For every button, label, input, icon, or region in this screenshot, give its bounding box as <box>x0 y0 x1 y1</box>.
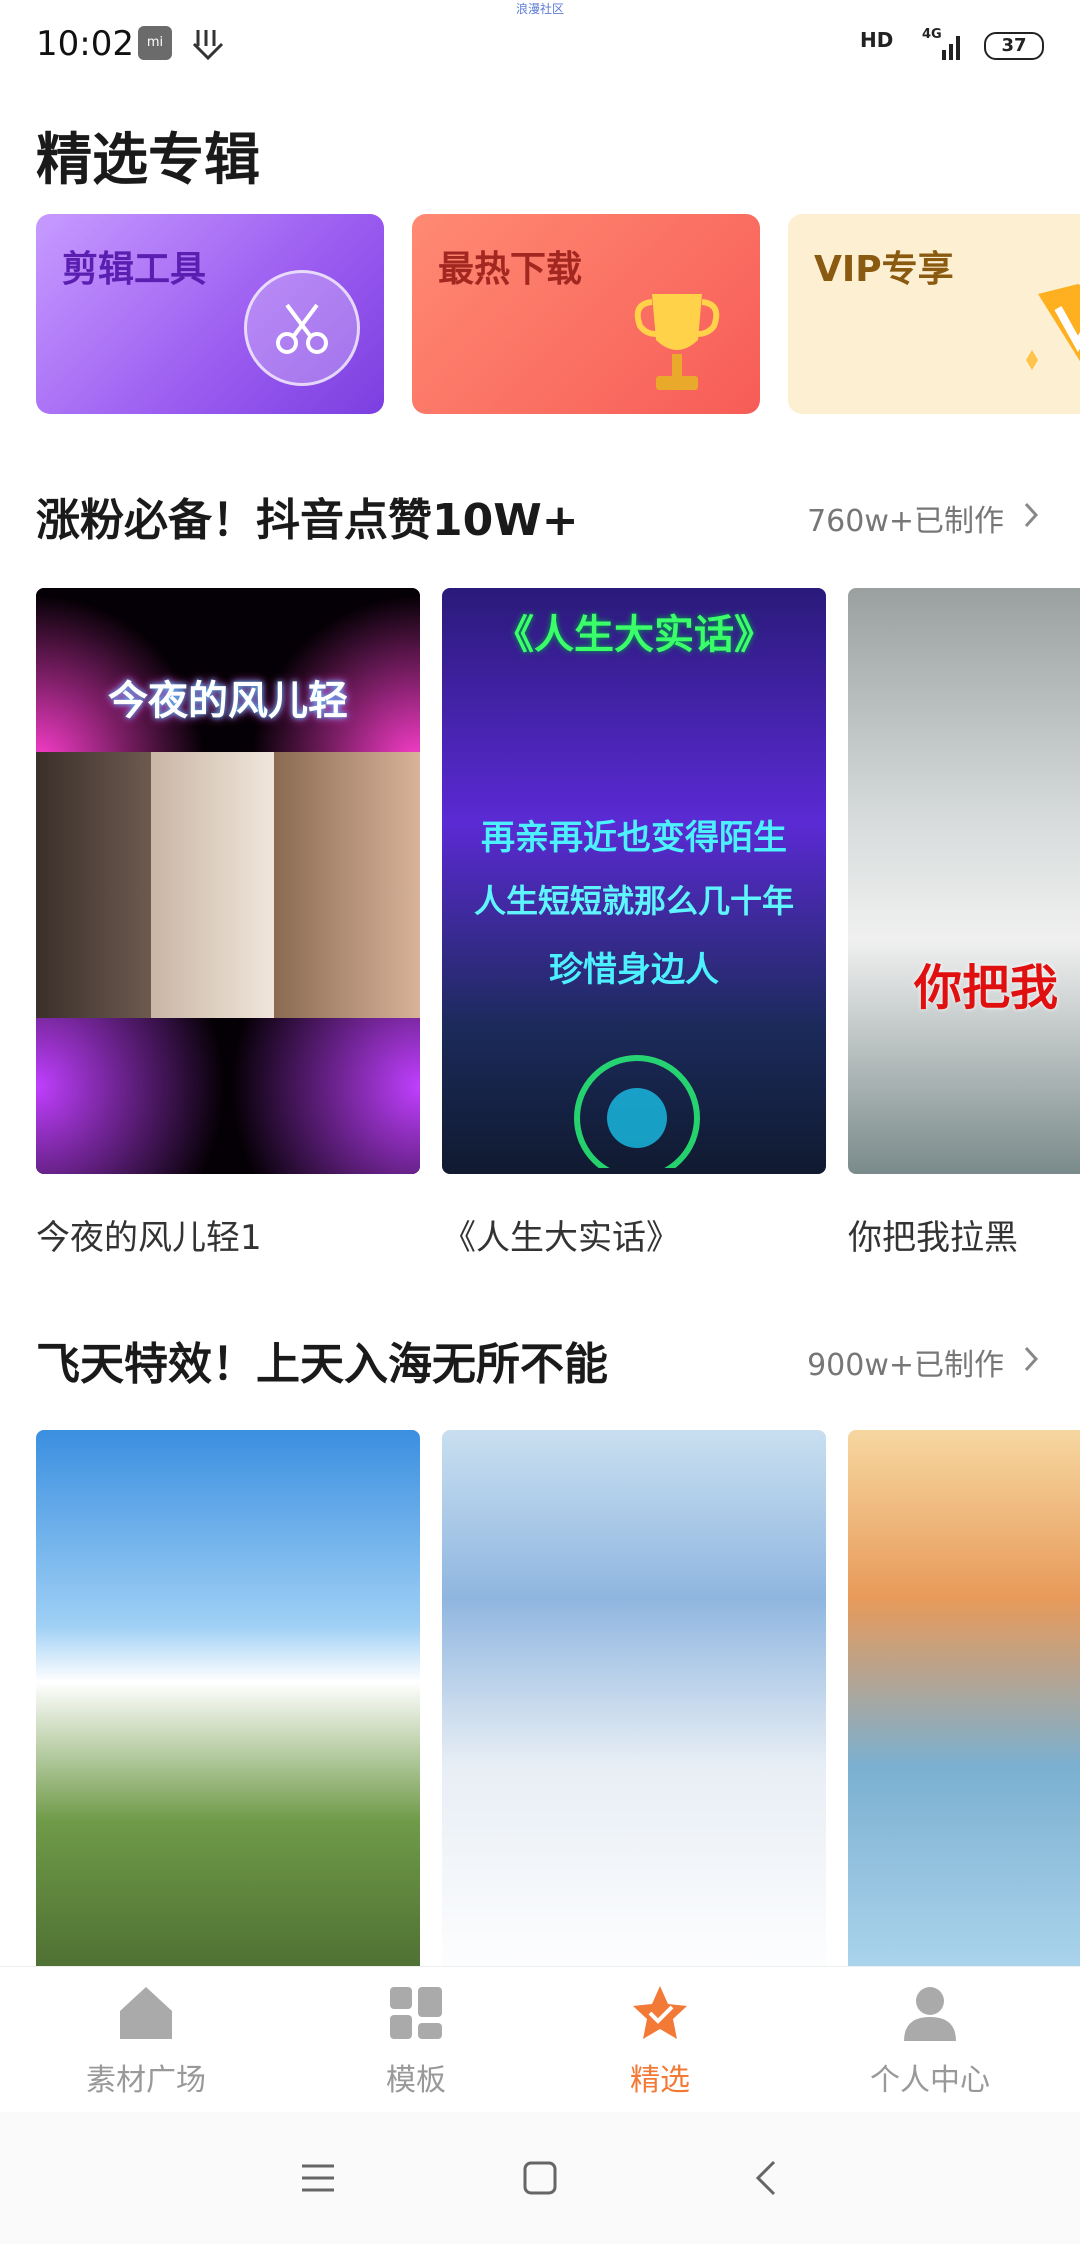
status-time: 10:02 <box>36 24 134 64</box>
thumbnail-line: 再亲再近也变得陌生 <box>481 818 787 858</box>
signal-icon: 4G <box>922 27 960 60</box>
template-thumbnail[interactable] <box>442 1430 826 1966</box>
trophy-icon <box>634 294 720 390</box>
album-label: 最热下载 <box>438 249 583 290</box>
bottom-tab-bar: 素材广场 模板 精选 个人中心 <box>0 1966 1080 2113</box>
section-count-link[interactable]: 760w+已制作 <box>807 496 1004 540</box>
status-banner: 浪漫社区 <box>515 2 564 16</box>
section-title: 飞天特效！上天入海无所不能 <box>36 1339 608 1390</box>
section-title: 涨粉必备！抖音点赞10W+ <box>36 495 579 546</box>
section-header-trending: 涨粉必备！抖音点赞10W+ 760w+已制作 <box>36 484 1044 554</box>
template-thumbnail[interactable] <box>848 1430 1080 1966</box>
tab-profile[interactable]: 个人中心 <box>830 1983 1030 2103</box>
download-icon <box>192 30 224 61</box>
thumbnail-line: 人生短短就那么几十年 <box>473 882 794 920</box>
page-title: 精选专辑 <box>36 128 260 193</box>
album-label: 剪辑工具 <box>62 249 207 290</box>
mi-app-icon: mi <box>138 26 172 60</box>
menu-icon[interactable] <box>296 2156 340 2200</box>
scissors-icon <box>244 270 360 386</box>
section-header-flying: 飞天特效！上天入海无所不能 900w+已制作 <box>36 1328 1044 1398</box>
album-carousel[interactable]: 剪辑工具 最热下载 VIP专享 <box>36 214 1080 416</box>
person-icon <box>904 1987 956 2041</box>
template-thumbnail[interactable]: 今夜的风儿轻 <box>36 588 420 1174</box>
home-button-icon[interactable] <box>518 2156 562 2200</box>
album-label: VIP专享 <box>814 249 954 290</box>
template-thumbnail[interactable]: 《人生大实话》 再亲再近也变得陌生 人生短短就那么几十年 珍惜身边人 <box>442 588 826 1174</box>
thumbnail-overlay-text: 今夜的风儿轻 <box>108 678 348 724</box>
thumbnail-overlay-text: 《人生大实话》 <box>494 612 774 658</box>
album-card-vip[interactable]: VIP专享 <box>788 214 1080 414</box>
thumbnail-overlay-text: 你把我 <box>914 960 1059 1016</box>
star-icon <box>633 1986 687 2039</box>
vip-diamond-icon <box>1026 284 1080 370</box>
template-title[interactable]: 今夜的风儿轻1 <box>36 1210 262 1259</box>
system-navigation-bar <box>0 2112 1080 2244</box>
template-title[interactable]: 你把我拉黑 <box>848 1210 1018 1259</box>
video-frame-image <box>36 752 420 1018</box>
tab-label: 模板 <box>386 2063 446 2098</box>
hd-icon: HD <box>860 28 894 52</box>
svg-text:4G: 4G <box>922 27 942 42</box>
template-carousel-flying[interactable] <box>36 1430 1080 1966</box>
chevron-right-icon[interactable] <box>1018 498 1044 532</box>
album-card-hot-downloads[interactable]: 最热下载 <box>412 214 760 414</box>
tab-material-plaza[interactable]: 素材广场 <box>46 1983 246 2103</box>
template-carousel-trending[interactable]: 今夜的风儿轻 《人生大实话》 再亲再近也变得陌生 人生短短就那么几十年 珍惜身边… <box>36 588 1080 1174</box>
audio-visualizer-ring <box>574 1055 700 1168</box>
grid-icon <box>390 1987 442 2039</box>
template-thumbnail[interactable] <box>36 1430 420 1966</box>
template-thumbnail[interactable]: 你把我 <box>848 588 1080 1174</box>
template-title[interactable]: 《人生大实话》 <box>442 1210 680 1259</box>
tab-featured[interactable]: 精选 <box>560 1983 760 2103</box>
tab-label: 个人中心 <box>870 2063 990 2098</box>
tab-templates[interactable]: 模板 <box>316 1983 516 2103</box>
tab-label: 素材广场 <box>86 2063 206 2098</box>
chevron-right-icon[interactable] <box>1018 1342 1044 1376</box>
album-card-edit-tools[interactable]: 剪辑工具 <box>36 214 384 414</box>
section-count-link[interactable]: 900w+已制作 <box>807 1340 1004 1384</box>
back-icon[interactable] <box>746 2156 790 2200</box>
tab-label: 精选 <box>630 2063 690 2098</box>
battery-icon: 37 <box>984 32 1044 60</box>
status-bar: 浪漫社区 10:02 mi HD 4G 37 <box>0 0 1080 90</box>
thumbnail-line: 珍惜身边人 <box>549 950 719 990</box>
home-icon <box>120 1987 172 2039</box>
